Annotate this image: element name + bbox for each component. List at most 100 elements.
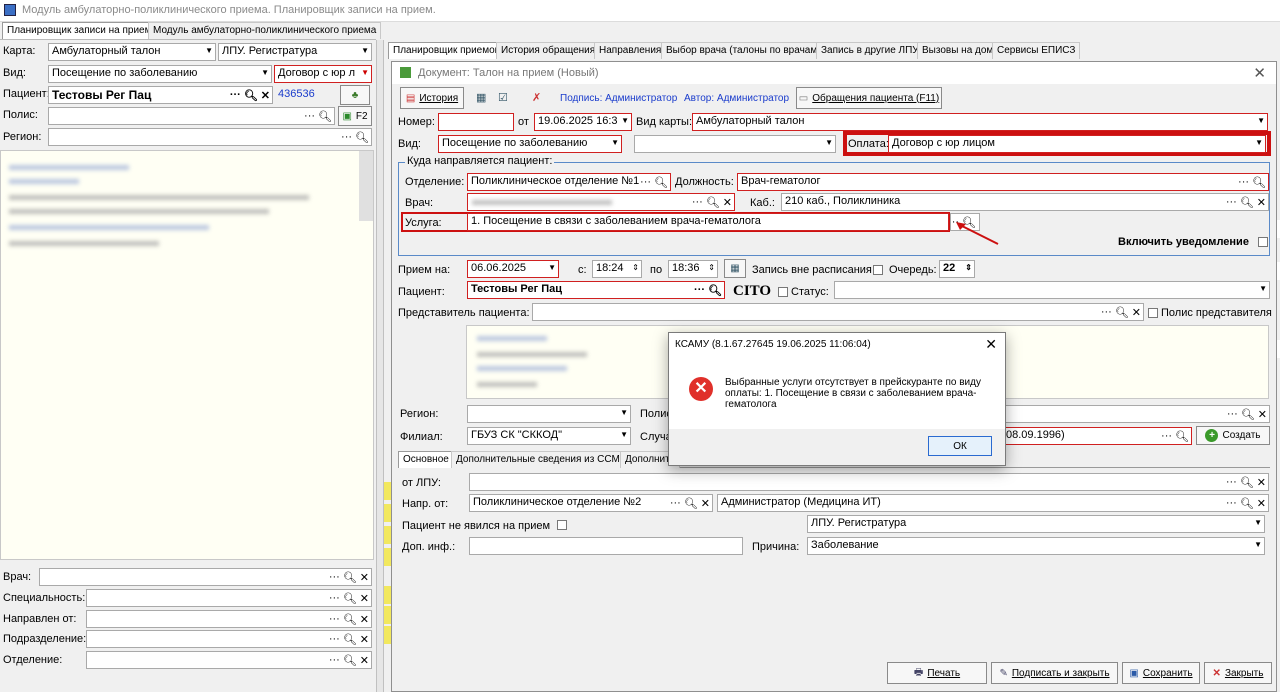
ellipsis-icon[interactable]: ··· [1161, 430, 1172, 442]
cito-label[interactable]: CITO [733, 283, 771, 300]
usluga-field[interactable]: 1. Посещение в связи с заболеванием врач… [467, 213, 949, 231]
lpu-select[interactable]: ЛПУ. Регистратура ▼ [218, 43, 372, 61]
close-icon[interactable]: ✕ [1257, 196, 1266, 209]
close-icon[interactable]: ✕ [261, 89, 270, 102]
search-icon[interactable]: 🔍︎ [343, 613, 357, 626]
search-icon[interactable]: 🔍︎ [343, 592, 357, 605]
search-icon[interactable]: 🔍︎ [318, 110, 332, 123]
search-icon[interactable]: 🔍︎ [1175, 430, 1189, 443]
close-icon[interactable]: ✕ [360, 654, 369, 667]
ellipsis-icon[interactable]: ··· [1226, 196, 1237, 208]
po-time-input[interactable]: 18:36 ⇕ [668, 260, 718, 278]
ellipsis-icon[interactable]: ··· [329, 654, 340, 666]
ellipsis-icon[interactable]: ··· [670, 497, 681, 509]
ellipsis-icon[interactable]: ··· [329, 592, 340, 604]
polis-field-right[interactable]: ··· 🔍︎ ✕ [1002, 405, 1270, 423]
search-icon[interactable]: 🔍︎ [355, 131, 369, 144]
status-select[interactable]: ▼ [834, 281, 1270, 299]
tab-home-calls[interactable]: Вызовы на дом [917, 42, 999, 59]
vrach-filter-field[interactable]: ··· 🔍︎ ✕ [39, 568, 372, 586]
close-icon[interactable]: ✕ [1257, 476, 1266, 489]
tab-choose-doctor[interactable]: Выбор врача (талоны по врачам) [661, 42, 826, 59]
ochered-input[interactable]: 22 ⇕ [939, 260, 975, 278]
napr-ot-field[interactable]: Поликлиническое отделение №2 ··· 🔍︎ ✕ [469, 494, 713, 512]
close-icon[interactable]: ✕ [360, 592, 369, 605]
vrach-field[interactable]: ··· 🔍︎ ✕ [467, 193, 735, 211]
close-icon[interactable]: ✕ [1132, 306, 1141, 319]
tab-main[interactable]: Основное [398, 451, 454, 468]
ellipsis-icon[interactable]: ··· [329, 613, 340, 625]
dop-input[interactable] [469, 537, 743, 555]
ellipsis-icon[interactable]: ··· [329, 633, 340, 645]
ot-date-input[interactable]: 19.06.2025 16:3 ▼ [534, 113, 632, 131]
ok-button[interactable]: ОК [928, 436, 992, 456]
dolzh-field[interactable]: Врач-гематолог ··· 🔍︎ [737, 173, 1269, 191]
tab-ambulatory-module[interactable]: Модуль амбулаторно-поликлинического прие… [148, 22, 382, 39]
rep-polis-checkbox[interactable] [1148, 308, 1158, 318]
ellipsis-icon[interactable]: ··· [329, 571, 340, 583]
ellipsis-icon[interactable]: ··· [1101, 306, 1112, 318]
patient-field[interactable]: Тестовы Рег Пац ··· 🔍︎ [467, 281, 725, 299]
prichina-select[interactable]: Заболевание ▼ [807, 537, 1265, 555]
ellipsis-icon[interactable]: ··· [1227, 408, 1238, 420]
ellipsis-icon[interactable]: ··· [692, 196, 703, 208]
otd-field[interactable]: Поликлиническое отделение №1 ··· 🔍︎ [467, 173, 671, 191]
ellipsis-icon[interactable]: ··· [1226, 476, 1237, 488]
ellipsis-icon[interactable]: ··· [341, 131, 352, 143]
search-icon[interactable]: 🔍︎ [1240, 196, 1254, 209]
patient-card-button[interactable]: ♣ [340, 85, 370, 105]
search-icon[interactable]: 🔍︎ [706, 196, 720, 209]
close-icon[interactable]: ✕ [360, 571, 369, 584]
print-button[interactable]: 🖶︎ Печать [887, 662, 987, 684]
save-button[interactable]: ▣ Сохранить [1122, 662, 1200, 684]
tab-scheduler[interactable]: Планировщик приемов [388, 42, 505, 59]
close-icon[interactable]: ✕ [360, 633, 369, 646]
rep-field[interactable]: ··· 🔍︎ ✕ [532, 303, 1144, 321]
region-field[interactable]: ··· 🔍︎ [48, 128, 372, 146]
kab-field[interactable]: 210 каб., Поликлиника ··· 🔍︎ ✕ [781, 193, 1269, 211]
napr-ot-admin-field[interactable]: Администратор (Медицина ИТ) ··· 🔍︎ ✕ [717, 494, 1269, 512]
nomer-input[interactable] [438, 113, 514, 131]
create-button[interactable]: + Создать [1196, 426, 1270, 445]
search-icon[interactable]: 🔍︎ [1252, 176, 1266, 189]
search-icon[interactable]: 🔍︎ [343, 571, 357, 584]
search-icon[interactable]: 🔍︎ [654, 176, 668, 189]
priem-date-input[interactable]: 06.06.2025 ▼ [467, 260, 559, 278]
ot-lpu-field[interactable]: ··· 🔍︎ ✕ [469, 473, 1269, 491]
search-icon[interactable]: 🔍︎ [684, 497, 698, 510]
karta-select[interactable]: Амбулаторный талон ▼ [48, 43, 216, 61]
status-checkbox[interactable] [778, 287, 788, 297]
podr-filter-field[interactable]: ··· 🔍︎ ✕ [86, 630, 372, 648]
patient-field[interactable]: Тестовы Рег Пац ··· 🔍︎ ✕ [48, 86, 273, 104]
polis-field[interactable]: ··· 🔍︎ [48, 107, 335, 125]
vne-checkbox[interactable] [873, 265, 883, 275]
ellipsis-icon[interactable]: ··· [1226, 497, 1237, 509]
ellipsis-icon[interactable]: ··· [1238, 176, 1249, 188]
close-icon[interactable]: ✕ [1253, 64, 1266, 82]
contract-select[interactable]: Договор с юр л ▼ [274, 65, 372, 83]
ellipsis-icon[interactable]: ··· [304, 110, 315, 122]
vid-select[interactable]: Посещение по заболеванию ▼ [48, 65, 272, 83]
lpu-reg-select[interactable]: ЛПУ. Регистратура ▼ [807, 515, 1265, 533]
vid-karty-select[interactable]: Амбулаторный талон ▼ [692, 113, 1268, 131]
close-icon[interactable]: ✕ [701, 497, 710, 510]
napr-filter-field[interactable]: ··· 🔍︎ ✕ [86, 610, 372, 628]
filial-select[interactable]: ГБУЗ СК "СККОД" ▼ [467, 427, 631, 445]
ellipsis-icon[interactable]: ··· [640, 176, 651, 188]
sign-close-button[interactable]: ✎ Подписать и закрыть [991, 662, 1118, 684]
splitter[interactable] [376, 40, 384, 692]
visits-button[interactable]: ▭ Обращения пациента (F11) [796, 87, 942, 109]
delete-doc-icon[interactable]: ✗ [532, 91, 541, 104]
spec-filter-field[interactable]: ··· 🔍︎ ✕ [86, 589, 372, 607]
close-icon[interactable]: ✕ [360, 613, 369, 626]
search-icon[interactable]: 🔍︎ [343, 633, 357, 646]
tab-ssmp[interactable]: Дополнительные сведения из ССМП [451, 451, 632, 468]
table-icon[interactable]: ▦ [476, 91, 486, 104]
vid-select[interactable]: Посещение по заболеванию ▼ [438, 135, 622, 153]
history-button[interactable]: ▤ История [400, 87, 464, 109]
close-icon[interactable]: ✕ [985, 336, 997, 353]
search-icon[interactable]: 🔍︎ [1241, 408, 1255, 421]
s-time-input[interactable]: 18:24 ⇕ [592, 260, 642, 278]
close-icon[interactable]: ✕ [1258, 408, 1267, 421]
close-icon[interactable]: ✕ [1257, 497, 1266, 510]
